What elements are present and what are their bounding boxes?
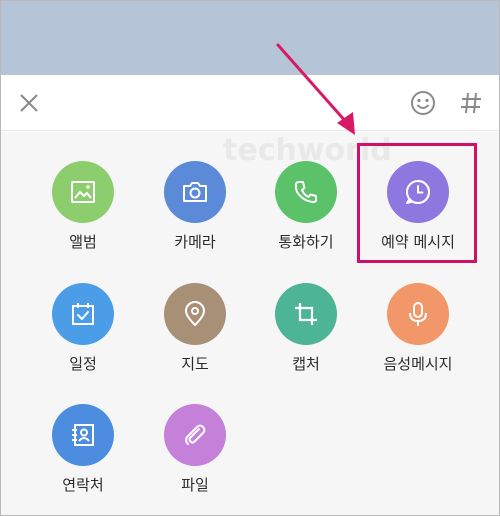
annotation-arrow-icon: [276, 43, 355, 135]
screenshot-frame: techworld 앨범 카메라 통화하기 예약 메시지 일정 지도 캡처 음성…: [0, 0, 500, 516]
